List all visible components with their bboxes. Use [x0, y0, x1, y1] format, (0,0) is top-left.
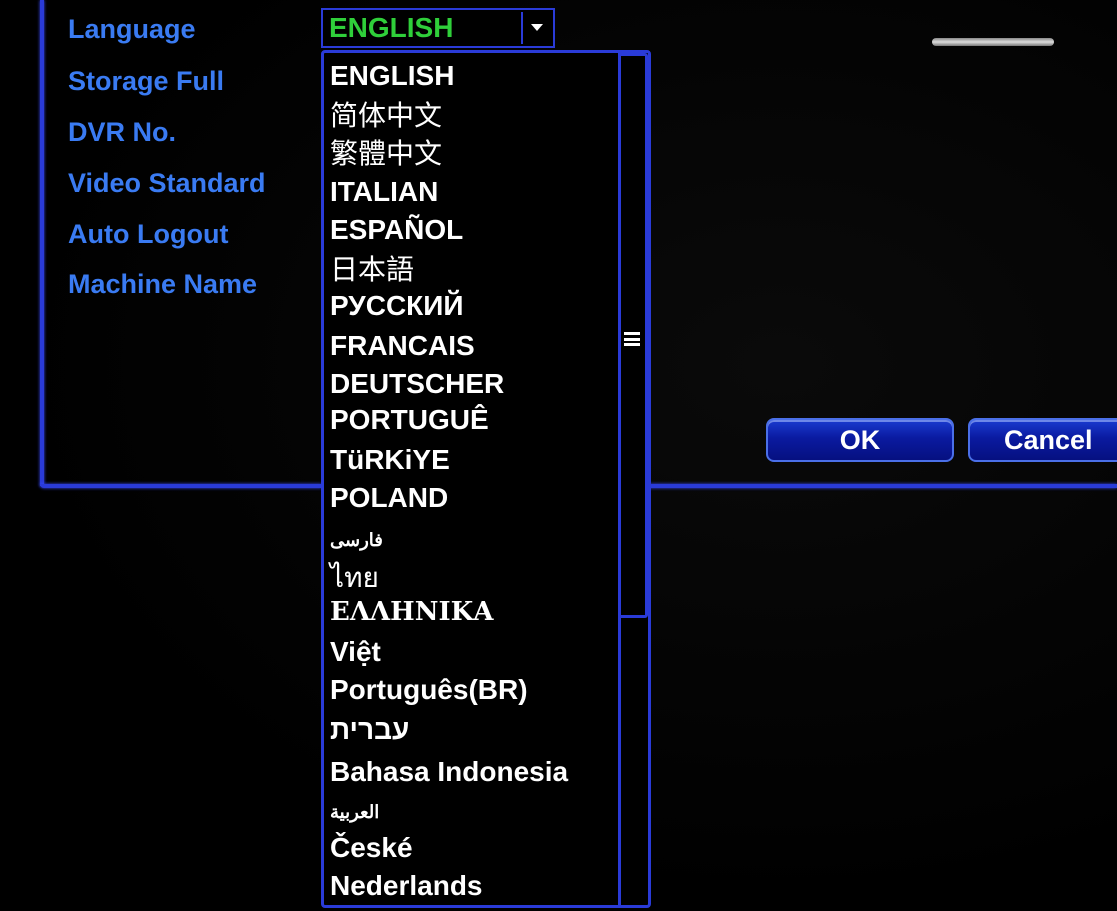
option-russian[interactable]: РУССКИЙ	[330, 289, 464, 323]
option-french[interactable]: FRANCAIS	[330, 329, 475, 363]
label-machine-name: Machine Name	[68, 269, 258, 299]
label-storage-full: Storage Full	[68, 66, 225, 96]
panel-frame-left	[40, 0, 44, 486]
option-italian[interactable]: ITALIAN	[330, 175, 438, 209]
panel-frame-bottom	[40, 484, 322, 488]
grip-lines-icon	[624, 332, 640, 346]
option-traditional-chinese[interactable]: 繁體中文	[330, 137, 442, 171]
option-portuguese[interactable]: PORTUGUÊ	[330, 403, 489, 437]
panel-frame-bottom-right	[648, 484, 1117, 488]
option-english[interactable]: ENGLISH	[330, 59, 454, 93]
language-selected-value: ENGLISH	[329, 12, 454, 43]
dropdown-toggle[interactable]	[521, 12, 551, 44]
cancel-button[interactable]: Cancel	[968, 418, 1117, 462]
option-german[interactable]: DEUTSCHER	[330, 367, 504, 401]
chevron-down-icon	[531, 24, 543, 31]
option-greek[interactable]: ΕΛΛΗΝΙΚΑ	[330, 595, 493, 629]
dvr-screen: Language Storage Full DVR No. Video Stan…	[0, 0, 1117, 911]
option-hebrew[interactable]: עברית	[330, 713, 409, 747]
option-indonesian[interactable]: Bahasa Indonesia	[330, 755, 568, 789]
top-right-slider-remnant	[932, 38, 1054, 46]
label-language: Language	[68, 14, 196, 44]
label-auto-logout: Auto Logout	[68, 219, 229, 249]
option-thai[interactable]: ไทย	[330, 561, 379, 595]
option-vietnamese[interactable]: Việt	[330, 635, 381, 669]
option-dutch[interactable]: Nederlands	[330, 869, 483, 903]
option-polish[interactable]: POLAND	[330, 481, 448, 515]
option-portuguese-br[interactable]: Português(BR)	[330, 673, 528, 707]
option-persian[interactable]: فارسی	[330, 523, 383, 557]
language-dropdown-list[interactable]: ENGLISH 简体中文 繁體中文 ITALIAN ESPAÑOL 日本語 РУ…	[321, 50, 651, 908]
option-arabic[interactable]: العربية	[330, 795, 379, 829]
ok-button[interactable]: OK	[766, 418, 954, 462]
language-select[interactable]: ENGLISH	[321, 8, 555, 48]
option-czech[interactable]: České	[330, 831, 413, 865]
dropdown-scrollbar[interactable]	[618, 53, 648, 905]
scrollbar-thumb[interactable]	[618, 53, 648, 618]
option-japanese[interactable]: 日本語	[330, 253, 414, 287]
option-turkish[interactable]: TüRKiYE	[330, 443, 450, 477]
option-simplified-chinese[interactable]: 简体中文	[330, 99, 442, 133]
label-video-standard: Video Standard	[68, 168, 266, 198]
option-spanish[interactable]: ESPAÑOL	[330, 213, 463, 247]
label-dvr-no: DVR No.	[68, 117, 176, 147]
